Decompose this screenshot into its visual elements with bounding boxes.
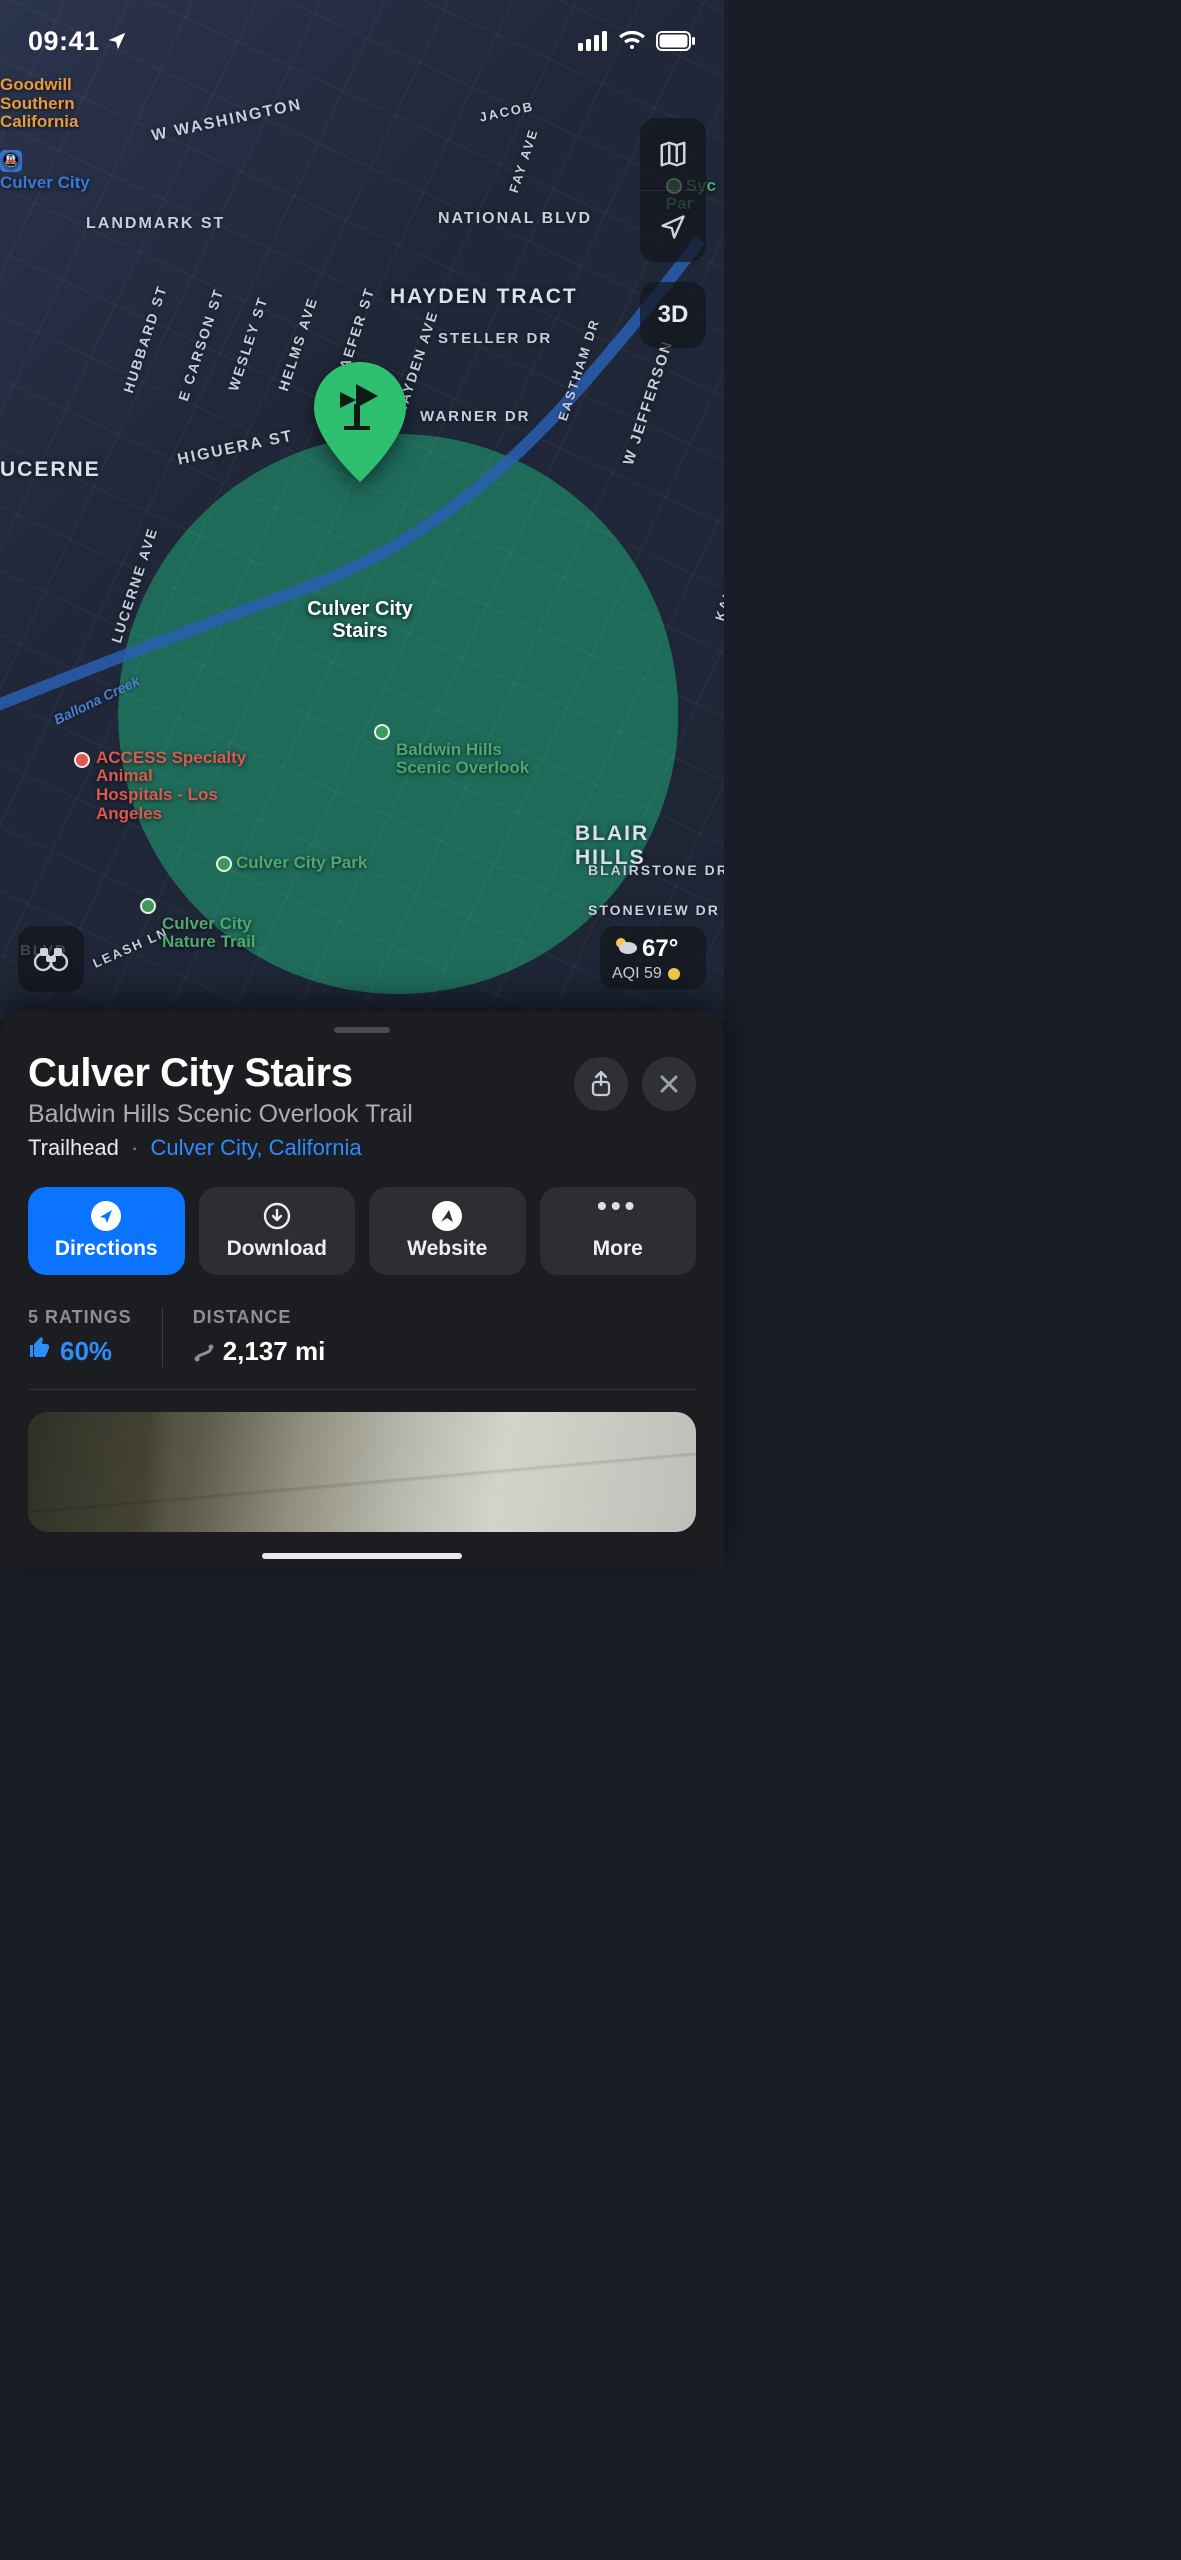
road-landmark-st: LANDMARK ST xyxy=(86,215,225,233)
road-blairstone: BLAIRSTONE DR xyxy=(588,862,724,878)
road-national-blvd: NATIONAL BLVD xyxy=(438,210,592,228)
weather-chip[interactable]: 67° AQI 59 xyxy=(600,926,706,989)
road-stoneview: STONEVIEW DR xyxy=(588,902,720,918)
poi-access-vet[interactable]: ACCESS Specialty Animal Hospitals - Los … xyxy=(96,730,246,823)
more-label: More xyxy=(593,1237,643,1261)
aqi-indicator-dot xyxy=(668,968,680,980)
route-icon xyxy=(193,1341,215,1363)
thumbs-up-icon xyxy=(28,1336,52,1367)
more-button[interactable]: ••• More xyxy=(540,1187,697,1275)
more-icon: ••• xyxy=(597,1201,638,1231)
poi-goodwill[interactable]: Goodwill Southern California xyxy=(0,76,78,132)
place-title: Culver City Stairs xyxy=(28,1051,574,1096)
home-indicator[interactable] xyxy=(262,1553,462,1559)
road-warner-dr: WARNER DR xyxy=(420,408,531,425)
compass-icon xyxy=(432,1201,462,1231)
place-category: Trailhead xyxy=(28,1135,119,1160)
map-pin[interactable] xyxy=(310,362,410,482)
look-around-button[interactable] xyxy=(18,926,84,992)
stat-ratings: 5 RATINGS 60% xyxy=(28,1307,162,1367)
place-subtitle: Baldwin Hills Scenic Overlook Trail xyxy=(28,1100,574,1129)
locate-me-button[interactable] xyxy=(640,190,706,262)
directions-button[interactable]: Directions xyxy=(28,1187,185,1275)
share-button[interactable] xyxy=(574,1057,628,1111)
weather-icon xyxy=(612,934,638,963)
website-button[interactable]: Website xyxy=(369,1187,526,1275)
download-button[interactable]: Download xyxy=(199,1187,356,1275)
toggle-3d-button[interactable]: 3D xyxy=(640,282,706,348)
map-mode-button[interactable] xyxy=(640,118,706,190)
meta-separator: · xyxy=(131,1135,138,1160)
distance-value: 2,137 mi xyxy=(223,1336,326,1367)
status-bar: 09:41 xyxy=(0,0,724,70)
ratings-value: 60% xyxy=(60,1336,112,1367)
share-icon xyxy=(589,1070,613,1098)
binoculars-icon xyxy=(34,946,68,972)
download-label: Download xyxy=(227,1237,327,1261)
weather-temp: 67° xyxy=(642,935,678,963)
stats-row: 5 RATINGS 60% DISTANCE 2,137 mi xyxy=(28,1307,696,1390)
poi-culver-city-nature-trail[interactable]: Culver City Nature Trail xyxy=(162,896,256,952)
map-controls xyxy=(640,118,706,262)
location-services-icon xyxy=(106,30,128,52)
area-lucerne: UCERNE xyxy=(0,458,101,482)
road-steller-dr: STELLER DR xyxy=(438,330,552,347)
stat-distance: DISTANCE 2,137 mi xyxy=(162,1307,356,1367)
cellular-signal-icon xyxy=(578,31,608,51)
website-label: Website xyxy=(407,1237,487,1261)
status-time: 09:41 xyxy=(28,26,100,57)
place-location-link[interactable]: Culver City, California xyxy=(150,1135,361,1160)
map-pin-label: Culver City Stairs xyxy=(307,598,413,642)
distance-label: DISTANCE xyxy=(193,1307,326,1328)
close-button[interactable] xyxy=(642,1057,696,1111)
map-canvas[interactable]: HAYDEN TRACT BLAIR HILLS UCERNE NATIONAL… xyxy=(0,0,724,1020)
poi-culver-city-station[interactable]: 🚇 Culver City xyxy=(0,150,90,193)
close-icon xyxy=(658,1073,680,1095)
ratings-label: 5 RATINGS xyxy=(28,1307,132,1328)
area-hayden-tract: HAYDEN TRACT xyxy=(390,285,578,309)
place-card[interactable]: Culver City Stairs Baldwin Hills Scenic … xyxy=(0,1011,724,1569)
download-icon xyxy=(262,1201,292,1231)
action-row: Directions Download Website ••• More xyxy=(28,1187,696,1275)
place-photo[interactable] xyxy=(28,1412,696,1532)
poi-baldwin-hills[interactable]: Baldwin Hills Scenic Overlook xyxy=(396,722,529,778)
sheet-grabber[interactable] xyxy=(334,1027,390,1033)
weather-aqi: AQI 59 xyxy=(612,965,662,983)
directions-icon xyxy=(91,1201,121,1231)
wifi-icon xyxy=(618,31,646,51)
poi-culver-city-park[interactable]: Culver City Park xyxy=(216,854,367,873)
battery-icon xyxy=(656,31,696,51)
directions-label: Directions xyxy=(55,1237,158,1261)
